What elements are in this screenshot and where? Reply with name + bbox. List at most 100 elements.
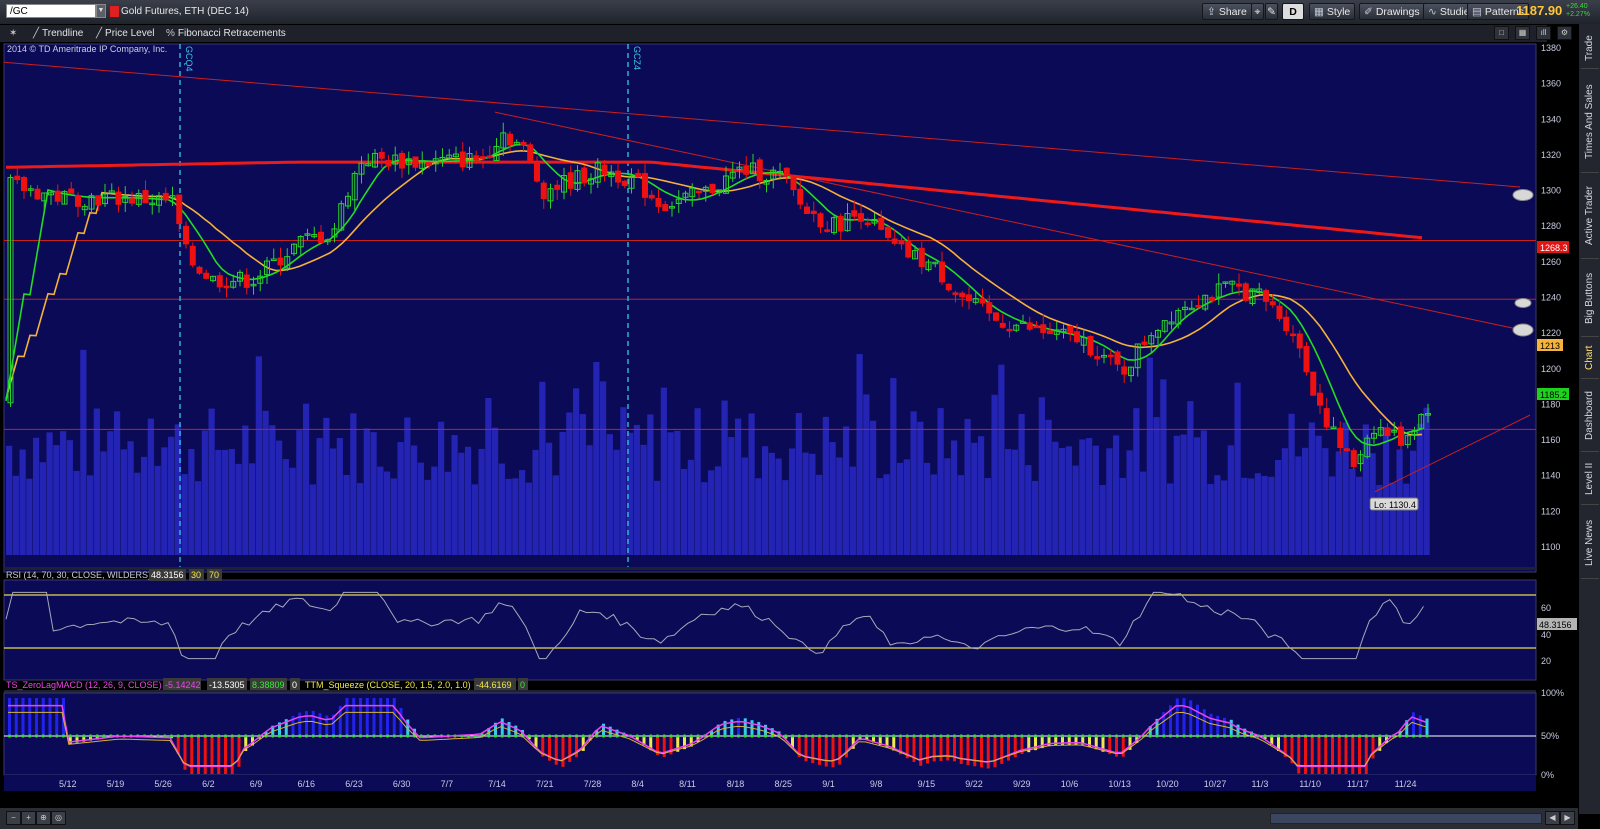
zoom-out-icon[interactable]: − [6,811,21,825]
rsi-tick: 20 [1541,656,1551,666]
squeeze-dot [1276,734,1281,738]
side-tab-active-trader[interactable]: Active Trader [1581,174,1599,259]
symbol-dropdown-icon[interactable]: ▼ [96,4,106,18]
wrench-button[interactable]: ✎ [1265,3,1278,20]
pin-button[interactable]: ✶ [6,26,23,41]
side-tab-live-news[interactable]: Live News [1581,508,1599,579]
drawing-handle[interactable] [1512,189,1534,201]
macd-bar [14,698,18,736]
candle-body [473,155,480,161]
side-tab-level-ii[interactable]: Level II [1581,454,1599,505]
horizontal-scrollbar[interactable] [1270,813,1542,824]
candle-body [648,194,655,199]
copyright-text: 2014 © TD Ameritrade IP Company, Inc. [7,44,167,54]
squeeze-dot [959,734,963,738]
fibonacci-button[interactable]: % Fibonacci Retracements [163,26,289,41]
candle-body [1303,346,1310,373]
x-axis-tick: 8/18 [727,779,745,789]
share-button[interactable]: ⇪ Share [1202,3,1252,20]
single-layout-icon[interactable]: □ [1494,26,1509,40]
volume-bar [465,446,472,555]
macd-bar [365,698,369,736]
side-tab-times-and-sales[interactable]: Times And Sales [1581,72,1599,173]
volume-bar [1113,435,1120,555]
side-tab-trade[interactable]: Trade [1581,28,1599,69]
squeeze-value: -44.6169 [476,680,512,690]
volume-bar [1389,482,1396,555]
squeeze-dot [203,734,207,738]
trendline-button[interactable]: ╱ Trendline [30,26,86,41]
settings-icon[interactable]: ⚙ [1557,26,1572,40]
price-level-label: Price Level [105,28,155,39]
volume-bar [417,462,424,555]
candle-body [864,222,871,226]
scroll-left-icon[interactable]: ◀ [1545,811,1560,825]
squeeze-dot [1148,734,1152,738]
pan-icon[interactable]: ◎ [51,811,66,825]
drawing-handle[interactable] [1514,298,1532,308]
squeeze-dot [507,734,511,738]
x-axis-tick: 8/11 [679,779,696,789]
candle-body [142,190,149,204]
squeeze-dot [1033,734,1038,738]
side-tab-chart[interactable]: Chart [1581,338,1599,379]
squeeze-dot [865,734,869,738]
volume-bar [1079,439,1086,555]
crosshair-button[interactable]: ⌖ [1251,3,1264,20]
volume-bar [1342,422,1349,555]
drawing-handle[interactable] [1512,323,1534,337]
macd-bar [48,698,52,736]
candle-body [1337,427,1344,449]
style-button[interactable]: ▦ Style [1309,3,1356,20]
grid-layout-icon[interactable]: ▦ [1515,26,1530,40]
volume-bar [654,480,661,555]
candle-body [21,177,27,192]
candle-body [1114,351,1121,365]
side-tab-strip: Trade Times And Sales Active Trader Big … [1578,24,1600,814]
timeframe-button[interactable]: D [1282,3,1304,20]
squeeze-dot [979,734,984,738]
volume-bar [1227,445,1234,555]
squeeze-dot [1027,734,1031,738]
side-tab-dashboard[interactable]: Dashboard [1581,381,1599,452]
volume-bar [73,470,80,555]
volume-bar [255,356,262,555]
symbol-input[interactable]: /GC [6,4,96,18]
volume-bar [1254,473,1261,555]
volume-bar [519,470,526,555]
squeeze-dot [1418,734,1422,738]
zoom-in-icon[interactable]: + [21,811,36,825]
price-tick-label: 1220 [1541,328,1561,338]
side-tab-big-buttons[interactable]: Big Buttons [1581,260,1599,337]
volume-bar [1302,447,1309,555]
candle-body [918,247,925,268]
macd-bar [379,698,383,736]
squeeze-dot [986,734,990,738]
zoom-fit-icon[interactable]: ⊕ [36,811,51,825]
x-axis-tick: 11/10 [1299,779,1321,789]
volume-bar [917,421,924,555]
price-level-button[interactable]: ╱ Price Level [93,26,158,41]
volume-bar [19,449,26,555]
volume-bar [1356,476,1363,555]
volume-bar [343,474,350,555]
volume-bar [269,425,276,555]
scroll-right-icon[interactable]: ▶ [1560,811,1575,825]
volume-bar [613,449,620,555]
volume-bar [532,449,539,555]
expiry-marker-label: GCQ4 [184,46,194,72]
macd-bar [561,736,565,767]
volume-bar [1160,379,1167,555]
drawings-button[interactable]: ✐ Drawings [1359,3,1425,20]
squeeze-dot [723,734,727,738]
macd-tick: 50% [1541,731,1559,741]
squeeze-dot [851,734,855,738]
squeeze-dot [547,734,552,738]
volume-bar [478,448,485,555]
chart-area[interactable]: GCQ4 GCZ4 2014 © TD Ameritrade IP Compan… [0,42,1578,808]
bars-icon[interactable]: ıll [1536,26,1551,40]
squeeze-dot [1135,734,1139,738]
volume-bar [957,475,964,555]
squeeze-dot [244,734,248,738]
squeeze-dot [838,734,842,738]
